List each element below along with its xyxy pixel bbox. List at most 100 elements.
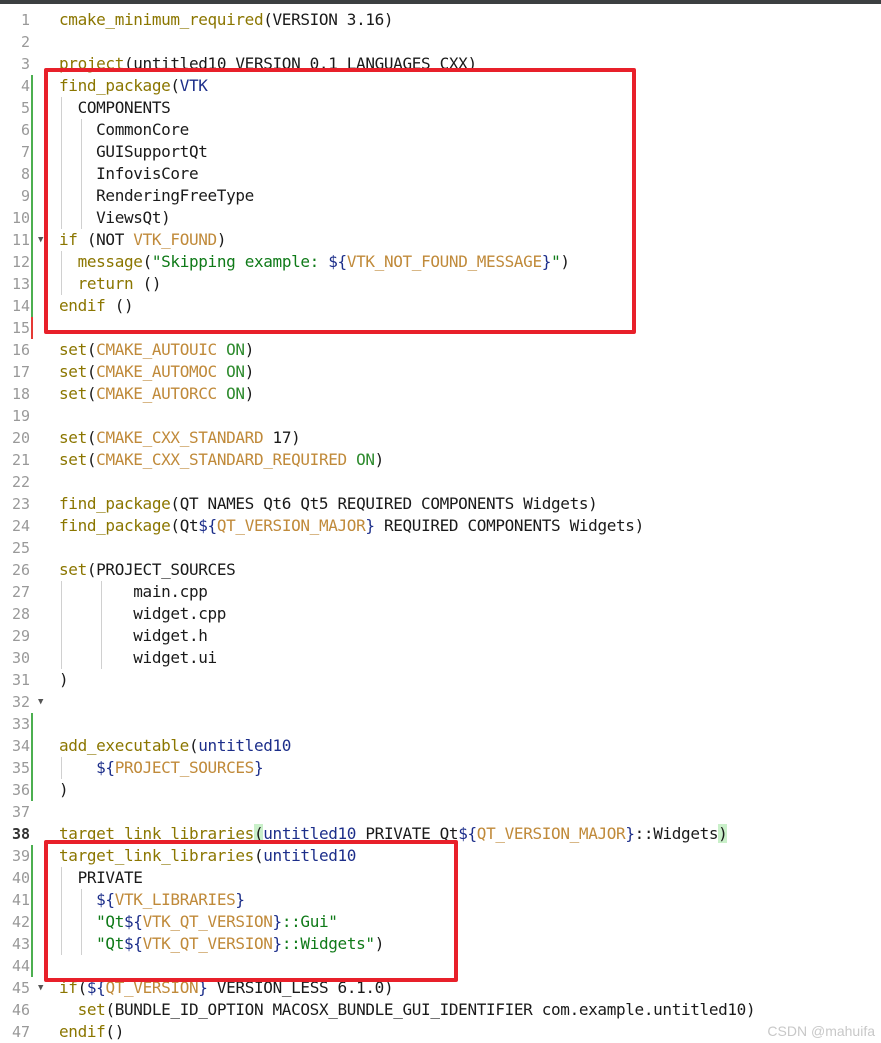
code-text: set(CMAKE_CXX_STANDARD_REQUIRED ON) xyxy=(59,450,384,469)
line-number: 12 xyxy=(11,253,30,271)
code-text: ) xyxy=(59,780,69,799)
code-text: cmake_minimum_required(VERSION 3.16) xyxy=(59,10,394,29)
line-number: 20 xyxy=(11,429,30,447)
code-line[interactable]: 2 xyxy=(0,31,881,53)
code-line[interactable]: 17 set(CMAKE_AUTOMOC ON) xyxy=(0,361,881,383)
line-number: 13 xyxy=(11,275,30,293)
line-number: 7 xyxy=(20,143,30,161)
line-number: 36 xyxy=(11,781,30,799)
line-number: 46 xyxy=(11,1001,30,1019)
line-number: 15 xyxy=(11,319,30,337)
line-number: 10 xyxy=(11,209,30,227)
code-line[interactable]: 27 main.cpp xyxy=(0,581,881,603)
indent-guide xyxy=(101,581,102,669)
code-line[interactable]: 29 widget.h xyxy=(0,625,881,647)
window-top-bar xyxy=(0,0,881,4)
change-marker xyxy=(31,317,33,339)
line-number: 37 xyxy=(11,803,30,821)
line-number: 4 xyxy=(20,77,30,95)
code-line[interactable]: 1 cmake_minimum_required(VERSION 3.16) xyxy=(0,9,881,31)
line-number: 45 xyxy=(11,979,30,997)
indent-guide xyxy=(61,581,62,669)
change-marker xyxy=(31,713,33,801)
code-line[interactable]: 22 xyxy=(0,471,881,493)
code-text: find_package(QT NAMES Qt6 Qt5 REQUIRED C… xyxy=(59,494,598,513)
line-number: 17 xyxy=(11,363,30,381)
code-line[interactable]: 23 find_package(QT NAMES Qt6 Qt5 REQUIRED… xyxy=(0,493,881,515)
code-line[interactable]: 33 xyxy=(0,713,881,735)
code-line[interactable]: 25 xyxy=(0,537,881,559)
code-text: set(PROJECT_SOURCES xyxy=(59,560,236,579)
line-number: 44 xyxy=(11,957,30,975)
line-number: 1 xyxy=(20,11,30,29)
code-text: set(BUNDLE_ID_OPTION MACOSX_BUNDLE_GUI_I… xyxy=(77,1000,756,1019)
code-line[interactable]: 37 xyxy=(0,801,881,823)
code-line[interactable]: 32 ▼ xyxy=(0,691,881,713)
line-number: 3 xyxy=(20,55,30,73)
line-number: 35 xyxy=(11,759,30,777)
code-text: widget.ui xyxy=(59,648,217,667)
highlight-box xyxy=(44,68,636,334)
code-line[interactable]: 19 xyxy=(0,405,881,427)
code-text: find_package(Qt${QT_VERSION_MAJOR} REQUI… xyxy=(59,516,644,535)
line-number: 41 xyxy=(11,891,30,909)
code-line[interactable]: 47 endif() xyxy=(0,1021,881,1043)
line-number: 2 xyxy=(20,33,30,51)
code-line[interactable]: 26 set(PROJECT_SOURCES xyxy=(0,559,881,581)
code-line[interactable]: 28 widget.cpp xyxy=(0,603,881,625)
code-line[interactable]: 30 widget.ui xyxy=(0,647,881,669)
line-number: 21 xyxy=(11,451,30,469)
code-line[interactable]: 46 set(BUNDLE_ID_OPTION MACOSX_BUNDLE_GU… xyxy=(0,999,881,1021)
line-number: 26 xyxy=(11,561,30,579)
line-number: 23 xyxy=(11,495,30,513)
code-line[interactable]: 21 set(CMAKE_CXX_STANDARD_REQUIRED ON) xyxy=(0,449,881,471)
line-number: 34 xyxy=(11,737,30,755)
line-number: 19 xyxy=(11,407,30,425)
code-text: set(CMAKE_CXX_STANDARD 17) xyxy=(59,428,301,447)
line-number: 29 xyxy=(11,627,30,645)
fold-arrow-icon[interactable]: ▼ xyxy=(38,977,43,999)
highlight-box xyxy=(44,840,458,982)
fold-arrow-icon[interactable]: ▼ xyxy=(38,229,43,251)
code-line[interactable]: 18 set(CMAKE_AUTORCC ON) xyxy=(0,383,881,405)
line-number: 24 xyxy=(11,517,30,535)
line-number: 9 xyxy=(20,187,30,205)
code-line[interactable]: 24 find_package(Qt${QT_VERSION_MAJOR} REQ… xyxy=(0,515,881,537)
indent-guide xyxy=(61,757,62,779)
code-text: widget.cpp xyxy=(59,604,227,623)
code-line[interactable]: 35 ${PROJECT_SOURCES} xyxy=(0,757,881,779)
line-number: 14 xyxy=(11,297,30,315)
code-line[interactable]: 16 set(CMAKE_AUTOUIC ON) xyxy=(0,339,881,361)
line-number: 40 xyxy=(11,869,30,887)
code-line[interactable]: 34 add_executable(untitled10 xyxy=(0,735,881,757)
line-number: 30 xyxy=(11,649,30,667)
code-line[interactable]: 31) xyxy=(0,669,881,691)
line-number: 42 xyxy=(11,913,30,931)
code-line[interactable]: 20 set(CMAKE_CXX_STANDARD 17) xyxy=(0,427,881,449)
line-number: 38 xyxy=(11,825,30,843)
code-text: set(CMAKE_AUTOMOC ON) xyxy=(59,362,255,381)
code-text: add_executable(untitled10 xyxy=(59,736,292,755)
code-text: main.cpp xyxy=(59,582,208,601)
line-number: 5 xyxy=(20,99,30,117)
code-text: set(CMAKE_AUTOUIC ON) xyxy=(59,340,255,359)
code-text: ) xyxy=(59,670,69,689)
change-marker xyxy=(31,75,33,317)
line-number: 47 xyxy=(11,1023,30,1041)
watermark: CSDN @mahuifa xyxy=(767,1023,875,1039)
fold-arrow-icon[interactable]: ▼ xyxy=(38,691,43,713)
line-number: 8 xyxy=(20,165,30,183)
line-number: 22 xyxy=(11,473,30,491)
line-number: 6 xyxy=(20,121,30,139)
line-number: 11 xyxy=(11,231,30,249)
line-number: 32 xyxy=(11,693,30,711)
line-number: 18 xyxy=(11,385,30,403)
code-text: set(CMAKE_AUTORCC ON) xyxy=(59,384,255,403)
code-text: endif() xyxy=(59,1022,124,1041)
code-text: ${PROJECT_SOURCES} xyxy=(96,758,264,777)
line-number: 31 xyxy=(11,671,30,689)
code-text: widget.h xyxy=(59,626,208,645)
code-line[interactable]: 36) xyxy=(0,779,881,801)
line-number: 28 xyxy=(11,605,30,623)
line-number: 27 xyxy=(11,583,30,601)
